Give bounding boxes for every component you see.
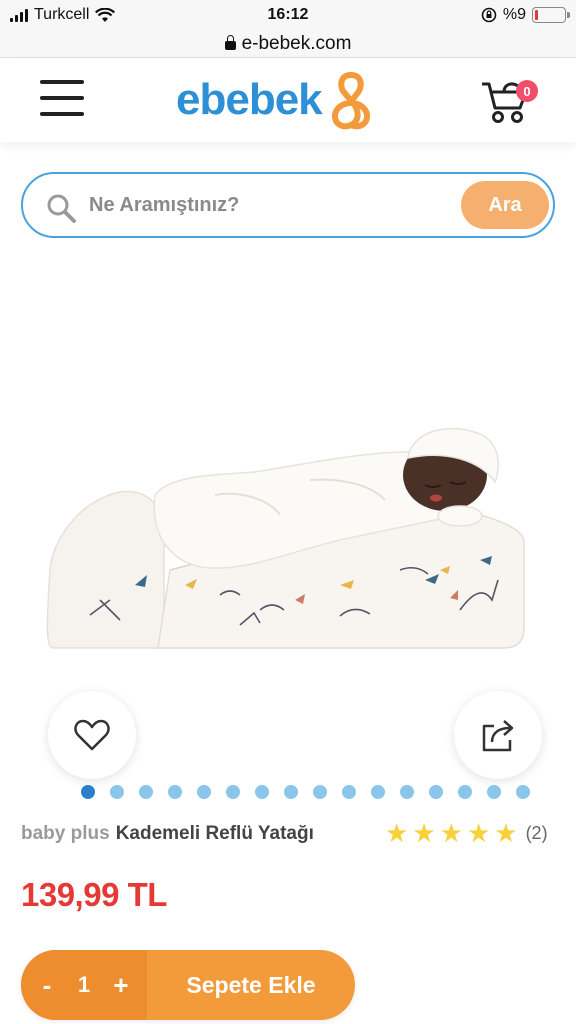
- gallery-dot[interactable]: [342, 785, 356, 799]
- star-icon: ★: [439, 818, 463, 848]
- url-text: e-bebek.com: [241, 32, 352, 54]
- menu-button[interactable]: [40, 80, 84, 116]
- product-name: Kademeli Reflü Yatağı: [115, 823, 314, 844]
- gallery-dot[interactable]: [255, 785, 269, 799]
- gallery-dot[interactable]: [139, 785, 153, 799]
- rating-stars[interactable]: ★ ★ ★ ★ ★ (2): [385, 820, 548, 846]
- gallery-dot[interactable]: [284, 785, 298, 799]
- gallery-dot[interactable]: [313, 785, 327, 799]
- quantity-stepper: - 1 +: [21, 950, 147, 1020]
- star-icon: ★: [494, 818, 518, 848]
- decrement-button[interactable]: -: [33, 970, 61, 1001]
- search-button[interactable]: Ara: [461, 181, 549, 229]
- battery-icon: [532, 7, 570, 23]
- logo-mark-icon: [331, 72, 370, 130]
- gallery-dot[interactable]: [371, 785, 385, 799]
- site-header: ebebek: [0, 58, 576, 142]
- battery-info: %9: [481, 6, 570, 24]
- logo-text: ebebek: [176, 75, 323, 124]
- gallery-dot[interactable]: [516, 785, 530, 799]
- battery-level: [535, 10, 538, 20]
- status-bar: Turkcell 16:12 %9: [0, 0, 576, 30]
- heart-icon: [74, 719, 110, 751]
- star-icon: ★: [412, 818, 436, 848]
- favorite-button[interactable]: [48, 691, 136, 779]
- star-icon: ★: [466, 818, 491, 848]
- hamburger-icon: [40, 80, 84, 84]
- add-to-cart-button[interactable]: Sepete Ekle: [147, 950, 355, 1020]
- star-icon: ★: [385, 818, 409, 848]
- gallery-dot[interactable]: [168, 785, 182, 799]
- product-brand[interactable]: baby plus: [21, 823, 110, 845]
- share-icon: [482, 720, 514, 752]
- increment-button[interactable]: +: [107, 970, 135, 1001]
- product-price: 139,99 TL: [21, 876, 167, 913]
- gallery-dot[interactable]: [400, 785, 414, 799]
- battery-percent: %9: [502, 6, 526, 23]
- cart-count-badge: 0: [516, 80, 538, 102]
- quantity-value[interactable]: 1: [69, 972, 99, 998]
- search-input[interactable]: [89, 184, 449, 226]
- lock-icon: [224, 35, 236, 50]
- search-icon: [47, 194, 76, 223]
- site-logo[interactable]: ebebek: [176, 68, 406, 132]
- rating-count[interactable]: (2): [526, 823, 548, 844]
- share-button[interactable]: [454, 691, 542, 779]
- gallery-dot[interactable]: [487, 785, 501, 799]
- search-bar: Ara: [21, 172, 555, 238]
- add-to-cart-bar: - 1 + Sepete Ekle: [21, 950, 355, 1020]
- gallery-dot[interactable]: [458, 785, 472, 799]
- product-title-row: baby plus Kademeli Reflü Yatağı ★ ★ ★ ★ ★ (2): [21, 820, 561, 848]
- gallery-dot[interactable]: [226, 785, 240, 799]
- gallery-pagination: [81, 785, 530, 799]
- product-image[interactable]: [40, 420, 540, 660]
- gallery-dot[interactable]: [81, 785, 95, 799]
- gallery-dot[interactable]: [110, 785, 124, 799]
- address-bar[interactable]: e-bebek.com: [0, 30, 576, 58]
- rotation-lock-icon: [481, 7, 497, 23]
- gallery-dot[interactable]: [429, 785, 443, 799]
- gallery-dot[interactable]: [197, 785, 211, 799]
